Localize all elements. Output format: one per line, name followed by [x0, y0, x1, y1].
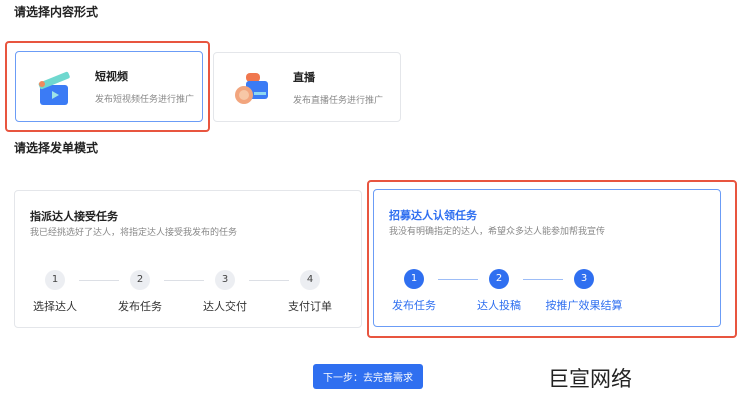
section-title-content-type: 请选择内容形式: [14, 5, 99, 19]
option-desc: 发布直播任务进行推广: [293, 95, 384, 106]
option-desc: 发布短视频任务进行推广: [95, 95, 195, 105]
section-title-order-mode: 请选择发单模式: [14, 141, 99, 155]
next-step-button[interactable]: 下一步：去完善需求: [313, 364, 423, 389]
step-4: 4 支付订单: [270, 270, 350, 314]
mode-assign[interactable]: 指派达人接受任务 我已经挑选好了达人，将指定达人接受我发布的任务 1 选择达人 2…: [14, 190, 362, 328]
step-2: 2 达人投稿: [459, 269, 539, 313]
mode-title: 指派达人接受任务: [30, 210, 118, 223]
clapperboard-icon: [38, 71, 70, 105]
step-1: 1 发布任务: [374, 269, 454, 313]
option-live[interactable]: 直播 发布直播任务进行推广: [213, 52, 401, 122]
step-3: 3 按推广效果结算: [544, 269, 624, 313]
step-1: 1 选择达人: [15, 270, 95, 314]
mode-title: 招募达人认领任务: [389, 209, 477, 222]
mode-desc: 我已经挑选好了达人，将指定达人接受我发布的任务: [30, 228, 238, 238]
option-title: 直播: [293, 70, 315, 84]
option-title: 短视频: [95, 70, 128, 83]
option-short-video[interactable]: 短视频 发布短视频任务进行推广: [15, 51, 203, 122]
step-2: 2 发布任务: [100, 270, 180, 314]
step-3: 3 达人交付: [185, 270, 265, 314]
video-camera-icon: [235, 73, 268, 104]
watermark: 巨宣网络: [548, 367, 632, 391]
mode-recruit[interactable]: 招募达人认领任务 我没有明确指定的达人，希望众多达人能参加帮我宣传 1 发布任务 …: [373, 189, 721, 327]
mode-desc: 我没有明确指定的达人，希望众多达人能参加帮我宣传: [389, 227, 606, 237]
